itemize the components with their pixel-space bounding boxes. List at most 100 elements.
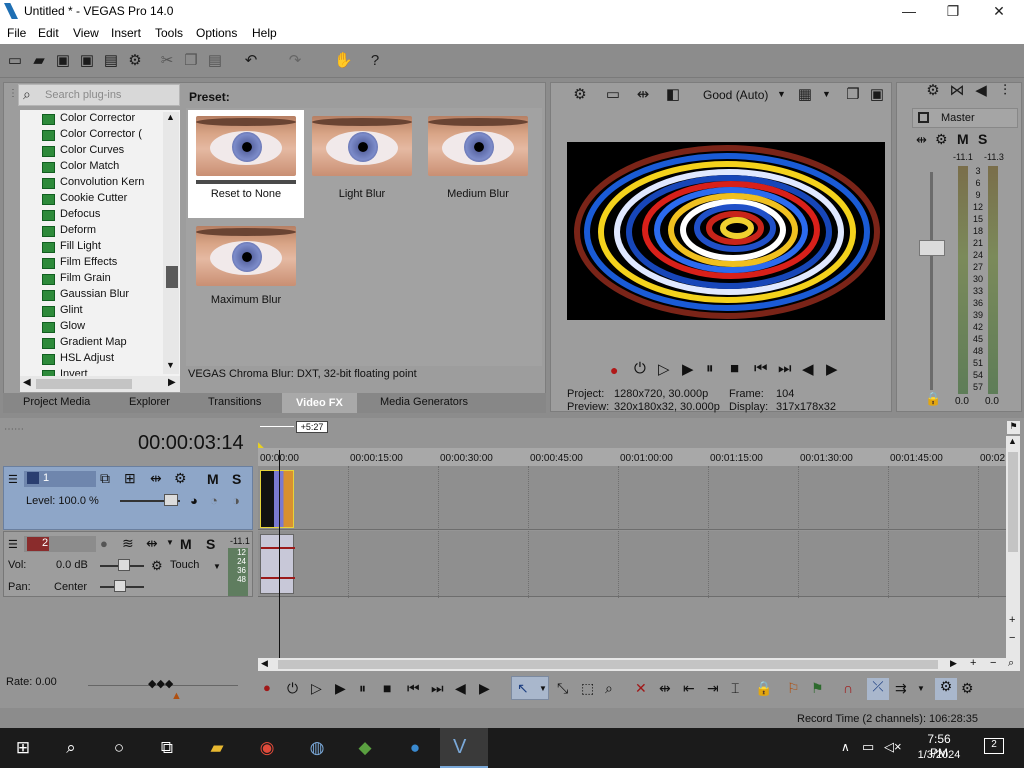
tab-transitions[interactable]: Transitions [208,396,261,408]
menu-file[interactable]: File [7,26,26,40]
search-icon[interactable]: ⌕ [58,736,84,760]
app-icon[interactable]: ◍ [304,736,330,760]
insert-region-icon[interactable]: ⚑ [811,680,824,697]
scroll-left-icon[interactable]: ◀ [261,658,268,669]
plugin-item[interactable]: Film Effects [42,256,117,272]
pan-slider-handle[interactable] [114,580,126,592]
menu-view[interactable]: View [73,26,99,40]
new-icon[interactable]: ▭ [6,52,24,70]
chevron-down-icon[interactable]: ▼ [917,684,925,693]
insert-marker-icon[interactable]: ⚐ [787,680,800,697]
plugin-item[interactable]: HSL Adjust [42,352,114,368]
timeline-vscroll[interactable]: ▲ + − [1006,436,1020,658]
play-icon[interactable]: ▶ [682,360,694,378]
track1-mute-button[interactable]: M [207,471,219,487]
timeline-next-frame-icon[interactable]: ▶ [479,680,490,697]
zoom-in-vertical-icon[interactable]: + [1009,614,1015,626]
loop-playback-icon[interactable]: ⏻ [634,360,646,377]
preview-settings-gear-icon[interactable]: ⚙ [571,86,589,104]
redo-icon[interactable]: ↷ [286,52,304,70]
zoom-tool-icon[interactable]: ⌕ [605,680,613,697]
render-icon[interactable]: ▤ [102,52,120,70]
plugin-item[interactable]: Gaussian Blur [42,288,129,304]
make-compositing-parent-icon[interactable]: ◑ [232,493,240,508]
invert-phase-icon[interactable]: ≋ [122,535,134,552]
cortana-icon[interactable]: ○ [106,736,132,760]
overlays-icon[interactable]: ◧ [664,86,682,104]
track2-solo-button[interactable]: S [206,536,215,552]
menu-insert[interactable]: Insert [111,26,141,40]
trim-icon[interactable]: ⇹ [659,680,671,697]
tab-video-fx[interactable]: Video FX [282,393,357,413]
composite-mode-icon[interactable]: ◕ [190,493,198,508]
hscroll-thumb[interactable] [278,660,938,669]
audio-track-header[interactable]: ☰ 2 ● ≋ ⇹ ▼ M S -11.1 12 24 36 48 Vol: 0… [3,531,253,597]
qbittorrent-icon[interactable]: ● [402,736,428,760]
chevron-down-icon[interactable]: ▼ [166,538,174,547]
paste-icon[interactable]: ▤ [206,52,224,70]
plugin-item[interactable]: Film Grain [42,272,111,288]
marker-flag-icon[interactable]: ⚑ [1007,421,1020,434]
trim-end-icon[interactable]: ⇥ [707,680,719,697]
plugin-item[interactable]: Defocus [42,208,100,224]
file-explorer-icon[interactable]: ▰ [204,736,230,760]
downmix-icon[interactable]: ⋈ [948,82,966,100]
collapse-track-icon[interactable]: ☰ [8,538,18,551]
automation-mode[interactable]: Touch [170,559,199,571]
vol-slider-handle[interactable] [118,559,130,571]
timeline-loop-icon[interactable]: ⏻ [287,680,298,697]
enable-snapping-icon[interactable]: ✋ [334,52,353,70]
app-green-icon[interactable]: ◆ [352,736,378,760]
go-to-start-icon[interactable]: ⏮ [754,360,768,377]
timeline-pause-icon[interactable]: ⏸ [359,680,366,697]
plugin-item[interactable]: Convolution Kern [42,176,144,192]
tab-media-generators[interactable]: Media Generators [380,396,468,408]
zoom-out-time-icon[interactable]: − [990,657,996,669]
plugin-item[interactable]: Gradient Map [42,336,127,352]
playhead-cursor[interactable] [279,450,280,658]
level-slider-handle[interactable] [164,494,178,506]
track-motion-icon[interactable]: ⧉ [100,470,110,487]
network-icon[interactable]: ▭ [862,739,874,755]
video-event[interactable] [260,470,294,528]
timeline-record-icon[interactable]: ● [263,680,271,695]
notifications-icon[interactable]: 2 [984,738,1004,754]
timeline-stop-icon[interactable]: ■ [383,680,391,696]
normal-edit-tool[interactable]: ↖ ▼ [511,676,549,700]
next-frame-icon[interactable]: ▶ [826,360,838,378]
master-fader-handle[interactable] [919,240,945,256]
collapse-track-icon[interactable]: ☰ [8,473,18,486]
split-screen-icon[interactable]: ⇹ [634,86,652,104]
bypass-motion-blur-icon[interactable]: ⇹ [150,470,162,487]
clock-date[interactable]: 1/3/2024 [913,749,965,761]
plugin-item[interactable]: Color Curves [42,144,124,160]
scroll-thumb[interactable] [1008,452,1018,552]
minimize-button[interactable]: — [898,2,920,20]
track-fx-icon[interactable]: ⇹ [146,535,158,552]
plugin-item[interactable]: Glint [42,304,83,320]
timeline-play-icon[interactable]: ▶ [335,680,346,697]
audio-event[interactable] [260,534,295,594]
copy-icon[interactable]: ❐ [182,52,200,70]
stop-icon[interactable]: ■ [730,360,739,377]
menu-tools[interactable]: Tools [155,26,183,40]
scroll-thumb[interactable] [166,266,178,288]
composite-child-icon[interactable]: ◔ [210,493,218,508]
preset-reset-to-none[interactable]: Reset to None [188,110,304,218]
save-icon[interactable]: ▣ [54,52,72,70]
timeline-grip[interactable]: ⋯⋯ [4,424,24,435]
lock-envelopes-icon[interactable]: ⚙ [935,678,957,700]
arm-for-record-icon[interactable]: ● [100,536,108,551]
plugin-item[interactable]: Cookie Cutter [42,192,127,208]
save-as-icon[interactable]: ▣ [78,52,96,70]
delete-icon[interactable]: ✕ [635,680,647,697]
lock-icon[interactable]: 🔒 [925,391,941,407]
pause-icon[interactable]: ⏸ [706,360,714,377]
time-ruler[interactable]: 00:00:00 00:00:15:00 00:00:30:00 00:00:4… [258,448,1006,466]
preset-light-blur[interactable]: Light Blur [304,110,420,218]
plugin-list-vscroll[interactable]: ▲ ▼ [163,112,179,374]
ignore-event-grouping-icon[interactable]: ⚙ [961,680,974,697]
plugin-item[interactable]: Color Corrector ( [42,128,142,144]
preview-quality-select[interactable]: Good (Auto) [703,88,768,102]
open-icon[interactable]: ▰ [30,52,48,70]
